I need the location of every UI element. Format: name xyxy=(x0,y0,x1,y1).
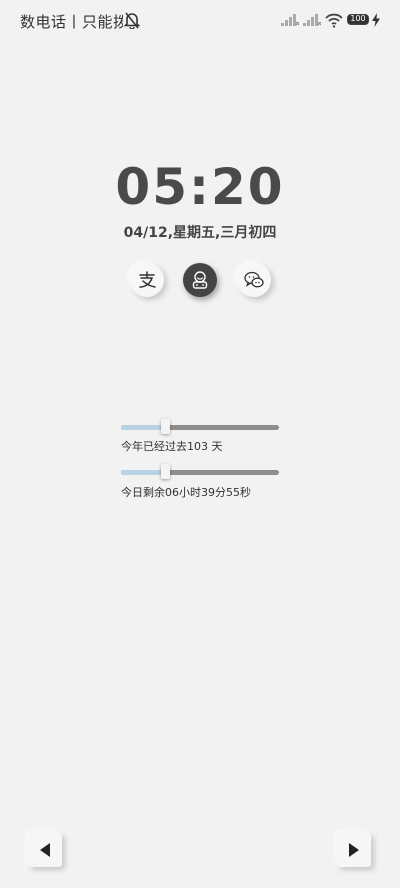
next-page-button[interactable] xyxy=(337,833,371,867)
day-progress-label: 今日剩余06小时39分55秒 xyxy=(121,486,251,499)
clock-time: 05:20 xyxy=(115,158,285,216)
bell-off-icon xyxy=(124,12,140,29)
wechat-icon xyxy=(244,271,264,288)
year-progress-fill xyxy=(121,425,166,430)
battery-icon: 100 xyxy=(347,14,369,25)
signal-icon xyxy=(281,14,299,26)
year-progress-bar xyxy=(121,419,279,434)
alipay-shortcut-button[interactable] xyxy=(130,263,164,297)
year-progress-thumb xyxy=(161,419,171,434)
status-bar: 数电话丨只能拨打 100 xyxy=(0,0,400,40)
charging-icon xyxy=(372,13,380,27)
triangle-right-icon xyxy=(349,843,359,857)
wifi-icon xyxy=(325,13,343,28)
status-carrier-text: 数电话丨只能拨打 xyxy=(20,13,123,31)
previous-page-button[interactable] xyxy=(28,833,62,867)
year-progress-label: 今年已经过去103 天 xyxy=(121,440,223,453)
assistant-robot-icon xyxy=(192,271,208,289)
signal-icon xyxy=(303,14,321,26)
day-progress-bar xyxy=(121,464,279,479)
clock-date: 04/12,星期五,三月初四 xyxy=(123,225,277,241)
triangle-left-icon xyxy=(40,843,50,857)
assistant-shortcut-button[interactable] xyxy=(183,263,217,297)
day-progress-fill xyxy=(121,470,166,475)
wechat-shortcut-button[interactable] xyxy=(237,263,271,297)
day-progress-thumb xyxy=(161,464,171,479)
alipay-icon xyxy=(139,271,156,288)
